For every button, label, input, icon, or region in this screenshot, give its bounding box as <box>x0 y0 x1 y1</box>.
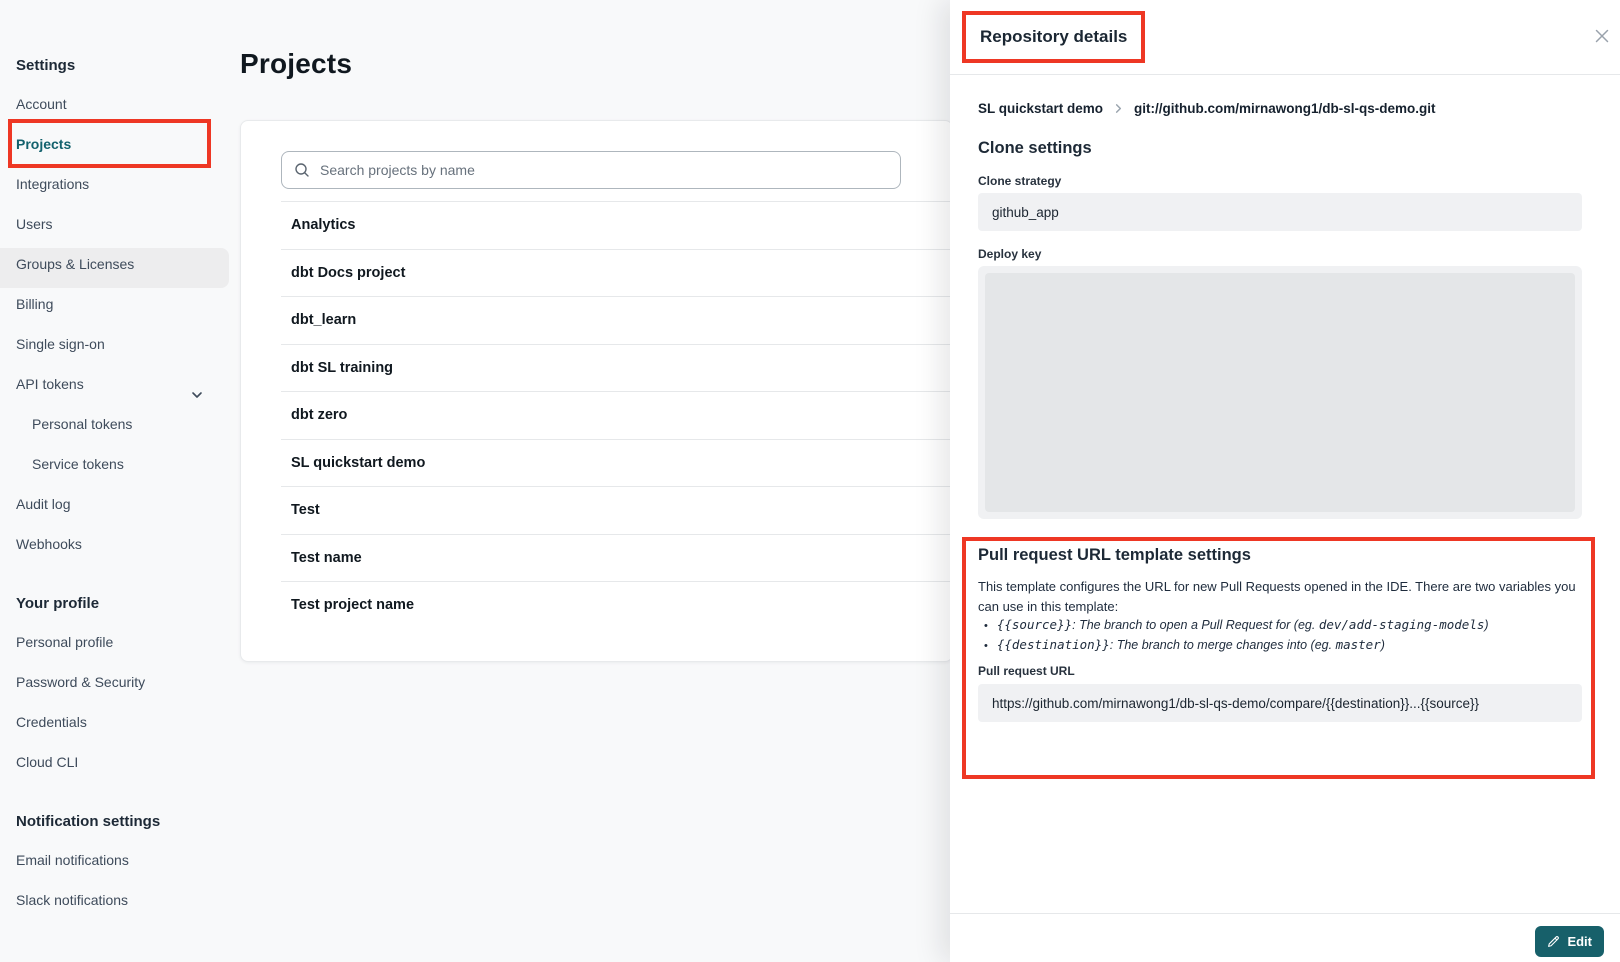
pull-request-url-label: Pull request URL <box>978 664 1075 678</box>
sidebar-item-label: API tokens <box>16 376 84 392</box>
sidebar-heading-settings: Settings <box>0 48 240 84</box>
project-row-dbt-zero[interactable]: dbt zero <box>281 391 952 439</box>
pull-request-url-input[interactable] <box>978 684 1582 722</box>
sidebar-item-account[interactable]: Account <box>0 84 240 124</box>
edit-button-label: Edit <box>1567 934 1592 949</box>
settings-sidebar: Settings Account Projects Integrations U… <box>0 0 240 962</box>
pencil-icon <box>1547 935 1560 948</box>
project-row-dbt-docs-project[interactable]: dbt Docs project <box>281 249 952 297</box>
annotation-box-panel-title: Repository details <box>962 11 1145 63</box>
destination-variable-code: {{destination}} <box>997 637 1110 652</box>
sidebar-item-users[interactable]: Users <box>0 204 240 244</box>
projects-card: Analytics dbt Docs project dbt_learn dbt… <box>240 120 953 662</box>
project-row-dbt-learn[interactable]: dbt_learn <box>281 296 952 344</box>
page-title: Projects <box>240 48 352 80</box>
project-row-dbt-sl-training[interactable]: dbt SL training <box>281 344 952 392</box>
sidebar-item-credentials[interactable]: Credentials <box>0 702 240 742</box>
repository-details-panel: Repository details SL quickstart demo gi… <box>950 0 1620 962</box>
clone-strategy-label: Clone strategy <box>978 174 1061 188</box>
sidebar-item-projects[interactable]: Projects <box>0 124 240 164</box>
sidebar-item-personal-tokens[interactable]: Personal tokens <box>0 404 240 444</box>
sidebar-item-groups-licenses[interactable]: Groups & Licenses <box>0 244 240 284</box>
edit-button[interactable]: Edit <box>1535 926 1604 957</box>
sidebar-item-slack-notifications[interactable]: Slack notifications <box>0 880 240 920</box>
sidebar-item-audit-log[interactable]: Audit log <box>0 484 240 524</box>
annotation-box-pr-template-section <box>962 537 1595 779</box>
destination-example-code: master <box>1336 637 1381 652</box>
sidebar-item-service-tokens[interactable]: Service tokens <box>0 444 240 484</box>
sidebar-heading-notification-settings: Notification settings <box>0 804 240 840</box>
breadcrumb-repo-url: git://github.com/mirnawong1/db-sl-qs-dem… <box>1134 101 1435 116</box>
project-list: Analytics dbt Docs project dbt_learn dbt… <box>281 201 952 629</box>
deploy-key-box[interactable] <box>978 266 1582 519</box>
sidebar-item-webhooks[interactable]: Webhooks <box>0 524 240 564</box>
clone-settings-heading: Clone settings <box>978 139 1092 158</box>
project-row-test-name[interactable]: Test name <box>281 534 952 582</box>
pr-template-variables-list: {{source}}: The branch to open a Pull Re… <box>984 615 1489 656</box>
pr-template-description: This template configures the URL for new… <box>978 577 1582 617</box>
sidebar-item-single-sign-on[interactable]: Single sign-on <box>0 324 240 364</box>
search-icon <box>294 162 310 178</box>
close-icon[interactable] <box>1590 24 1614 48</box>
pr-template-heading: Pull request URL template settings <box>978 546 1251 565</box>
breadcrumb: SL quickstart demo git://github.com/mirn… <box>978 101 1436 116</box>
pr-variable-source: {{source}}: The branch to open a Pull Re… <box>984 615 1489 635</box>
sidebar-item-email-notifications[interactable]: Email notifications <box>0 840 240 880</box>
panel-footer-divider <box>950 913 1620 914</box>
chevron-right-icon <box>1113 103 1124 114</box>
deploy-key-value <box>985 273 1575 512</box>
source-example-code: dev/add-staging-models <box>1319 617 1485 632</box>
sidebar-heading-your-profile: Your profile <box>0 586 240 622</box>
sidebar-item-personal-profile[interactable]: Personal profile <box>0 622 240 662</box>
sidebar-item-password-security[interactable]: Password & Security <box>0 662 240 702</box>
source-variable-code: {{source}} <box>997 617 1072 632</box>
project-search[interactable] <box>281 151 901 189</box>
sidebar-item-cloud-cli[interactable]: Cloud CLI <box>0 742 240 782</box>
project-row-sl-quickstart-demo[interactable]: SL quickstart demo <box>281 439 952 487</box>
sidebar-item-label: Projects <box>16 136 71 152</box>
project-row-test[interactable]: Test <box>281 486 952 534</box>
panel-title: Repository details <box>980 27 1127 47</box>
pr-variable-destination: {{destination}}: The branch to merge cha… <box>984 635 1489 655</box>
project-row-test-project-name[interactable]: Test project name <box>281 581 952 629</box>
sidebar-item-integrations[interactable]: Integrations <box>0 164 240 204</box>
panel-header-divider <box>950 74 1620 75</box>
project-row-analytics[interactable]: Analytics <box>281 201 952 249</box>
deploy-key-label: Deploy key <box>978 247 1041 261</box>
breadcrumb-project[interactable]: SL quickstart demo <box>978 101 1103 116</box>
search-input[interactable] <box>320 162 888 178</box>
sidebar-item-api-tokens[interactable]: API tokens <box>0 364 240 404</box>
sidebar-item-billing[interactable]: Billing <box>0 284 240 324</box>
clone-strategy-input[interactable] <box>978 193 1582 231</box>
